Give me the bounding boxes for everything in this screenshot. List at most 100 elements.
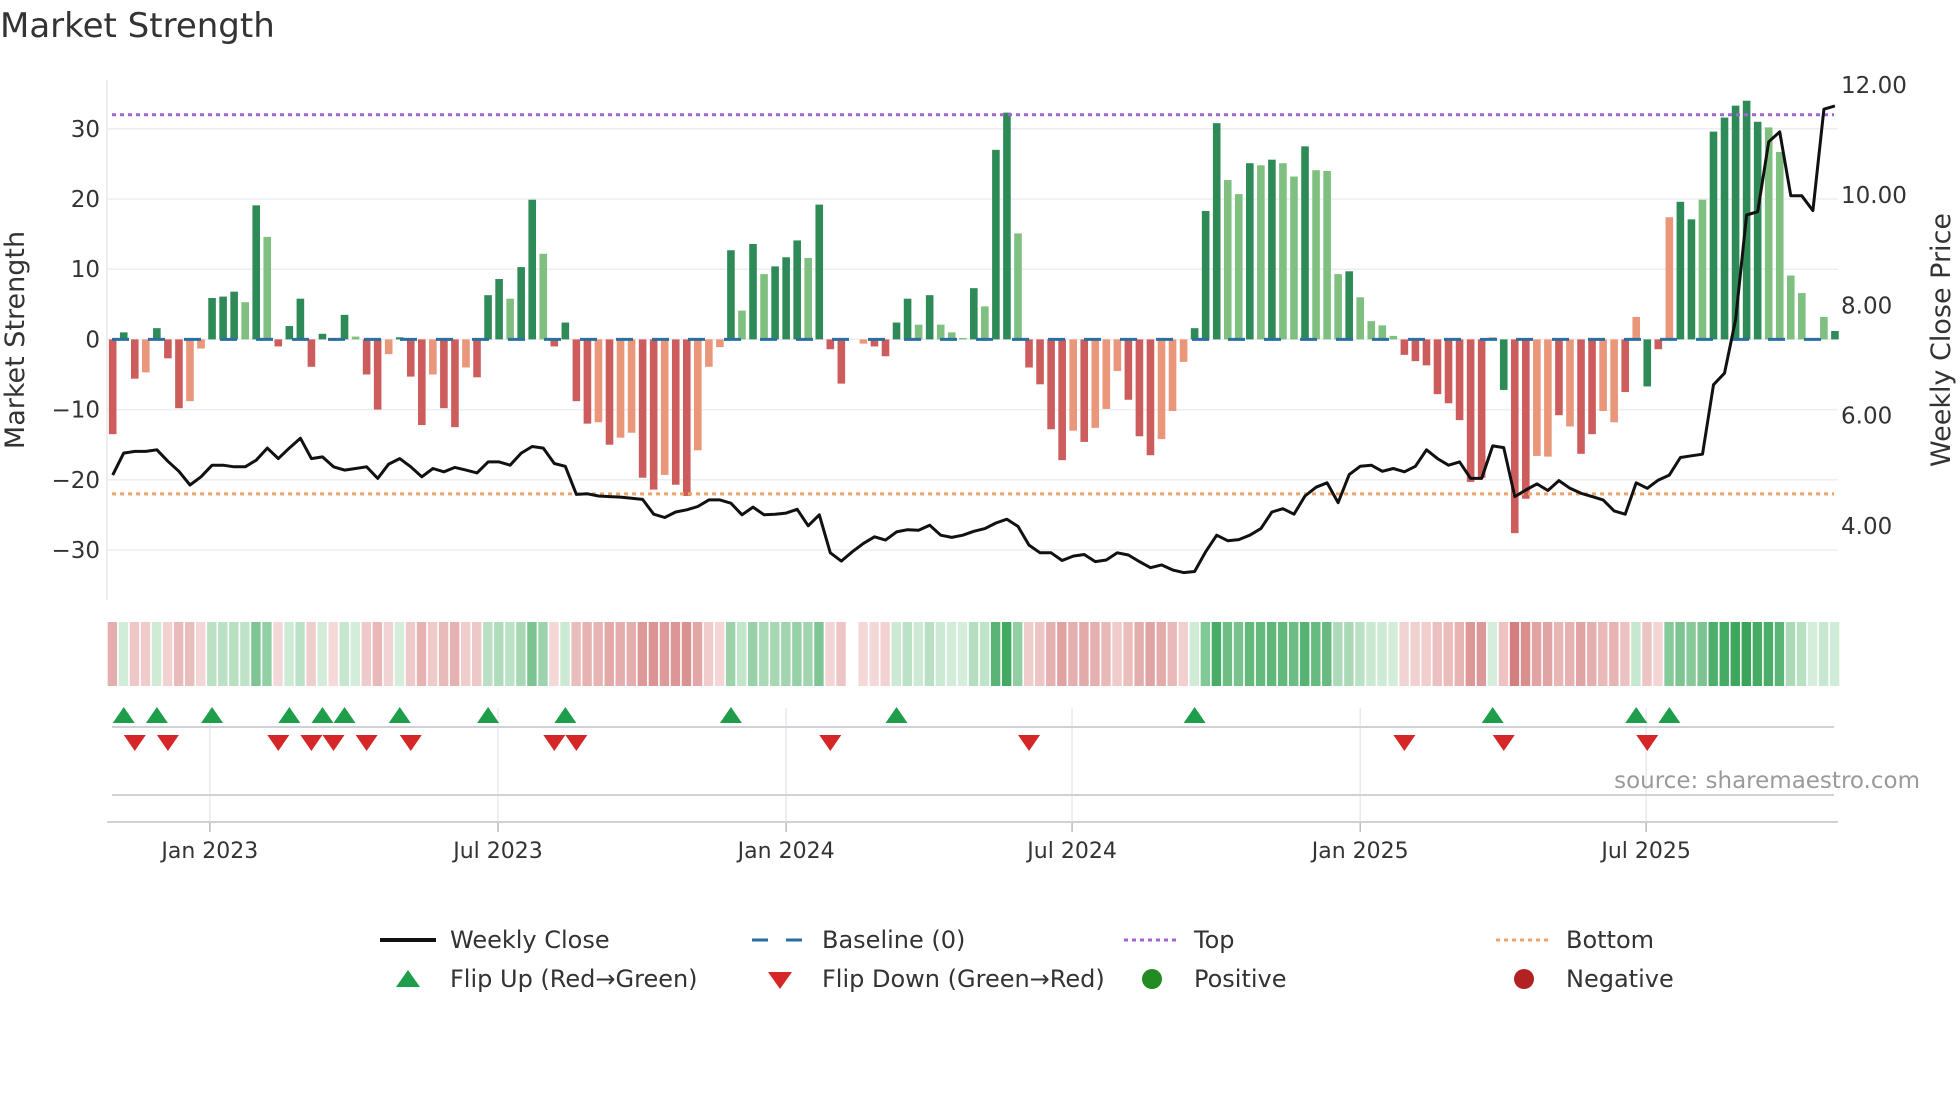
strength-bar xyxy=(1632,316,1641,340)
strength-bar xyxy=(1411,339,1420,362)
strength-bar xyxy=(1643,339,1652,387)
negative-cell xyxy=(1145,622,1155,686)
negative-cell xyxy=(1057,622,1067,686)
negative-cell xyxy=(1399,622,1409,686)
negative-cell xyxy=(162,622,173,686)
flip-up-marker xyxy=(719,707,742,723)
strength-bar xyxy=(892,322,901,340)
strength-bar xyxy=(340,314,349,340)
positive-cell xyxy=(251,622,261,686)
positive-cell xyxy=(1388,622,1398,686)
flip-down-marker xyxy=(543,735,566,751)
strength-bar xyxy=(1510,339,1519,534)
positive-cell xyxy=(1807,622,1818,686)
y2-tick-label: 4.00 xyxy=(1841,514,1892,540)
positive-cell xyxy=(1333,622,1343,686)
strength-bar xyxy=(1831,330,1839,340)
positive-cell xyxy=(1631,622,1641,686)
strength-bar xyxy=(859,339,868,344)
positive-cell xyxy=(736,622,747,686)
negative-cell xyxy=(438,622,449,686)
market-strength-chart: −30 −20 −10 0 10 20 30 4.00 6.00 8.00 10.00 12.00 Ma… xyxy=(0,73,1957,864)
positive-cell xyxy=(295,622,305,686)
strength-bar xyxy=(1610,339,1618,423)
positive-cell xyxy=(759,622,769,686)
positive-cell xyxy=(913,622,924,686)
positive-cell xyxy=(792,622,802,686)
strength-bar xyxy=(274,339,283,347)
strength-bar xyxy=(1190,328,1199,340)
strength-bar xyxy=(1786,275,1795,340)
positive-cell xyxy=(516,622,526,686)
positive-cell xyxy=(1686,622,1696,686)
flip-up-marker xyxy=(278,707,301,723)
negative-cell xyxy=(1123,622,1133,686)
negative-cell xyxy=(361,622,372,686)
negative-cell xyxy=(1156,622,1166,686)
strength-bar xyxy=(1753,121,1762,340)
strength-bar xyxy=(749,243,757,340)
negative-cell xyxy=(472,622,482,686)
negative-cell xyxy=(449,622,460,686)
strength-bar xyxy=(219,296,227,340)
positive-cell xyxy=(1708,622,1718,686)
positive-cell xyxy=(1785,622,1796,686)
negative-cell xyxy=(1542,622,1553,686)
strength-bar xyxy=(782,257,790,340)
strength-bar xyxy=(1223,180,1232,340)
flip-down-marker xyxy=(1636,735,1659,751)
positive-cell xyxy=(725,622,736,686)
strength-bar xyxy=(738,310,746,340)
strength-bar xyxy=(153,328,161,340)
positive-cell xyxy=(1487,622,1498,686)
negative-cell xyxy=(1024,622,1034,686)
positive-cell xyxy=(494,622,504,686)
strength-bar xyxy=(1135,339,1144,437)
strength-bar xyxy=(594,339,603,423)
positive-cell xyxy=(968,622,979,686)
strength-bar xyxy=(837,339,846,384)
positive-cell xyxy=(935,622,946,686)
negative-cell xyxy=(140,622,151,686)
strength-bar xyxy=(164,339,172,359)
positive-cell xyxy=(560,622,570,686)
positive-cell xyxy=(1355,622,1365,686)
flip-down-marker xyxy=(1492,735,1515,751)
negative-cell xyxy=(1553,622,1564,686)
positive-cell xyxy=(1211,622,1222,686)
strength-bar xyxy=(1124,339,1133,400)
strength-bar xyxy=(362,339,371,375)
flip-down-marker xyxy=(565,735,588,751)
positive-cell xyxy=(902,622,912,686)
strength-bar xyxy=(1246,163,1254,340)
positive-cell xyxy=(1222,622,1233,686)
strength-bar xyxy=(1676,201,1685,340)
positive-cell xyxy=(1012,622,1023,686)
negative-cell xyxy=(372,622,383,686)
positive-cell xyxy=(1322,622,1332,686)
positive-cell xyxy=(1796,622,1807,686)
negative-cell xyxy=(1046,622,1056,686)
flip-up-marker xyxy=(885,707,908,723)
positive-cell xyxy=(317,622,327,686)
positive-cell xyxy=(483,622,493,686)
flip-up-marker xyxy=(1183,707,1206,723)
positive-cell xyxy=(1697,622,1707,686)
strength-bar xyxy=(1477,339,1486,478)
strength-bar xyxy=(660,339,669,475)
flip-up-marker xyxy=(311,707,334,723)
negative-cell xyxy=(273,622,283,686)
strength-bar xyxy=(760,274,768,340)
strength-bar xyxy=(429,339,437,375)
strength-bar xyxy=(1566,339,1574,427)
strength-bar xyxy=(1334,274,1342,340)
negative-cell xyxy=(1598,622,1608,686)
strength-bar xyxy=(727,250,735,340)
y-tick-label: 30 xyxy=(71,117,100,143)
positive-cell xyxy=(1818,622,1829,686)
strength-bar xyxy=(992,149,1000,340)
strength-bar xyxy=(1179,339,1188,362)
strength-bar xyxy=(1433,339,1442,395)
negative-cell xyxy=(383,622,394,686)
strength-bar xyxy=(1268,159,1276,340)
